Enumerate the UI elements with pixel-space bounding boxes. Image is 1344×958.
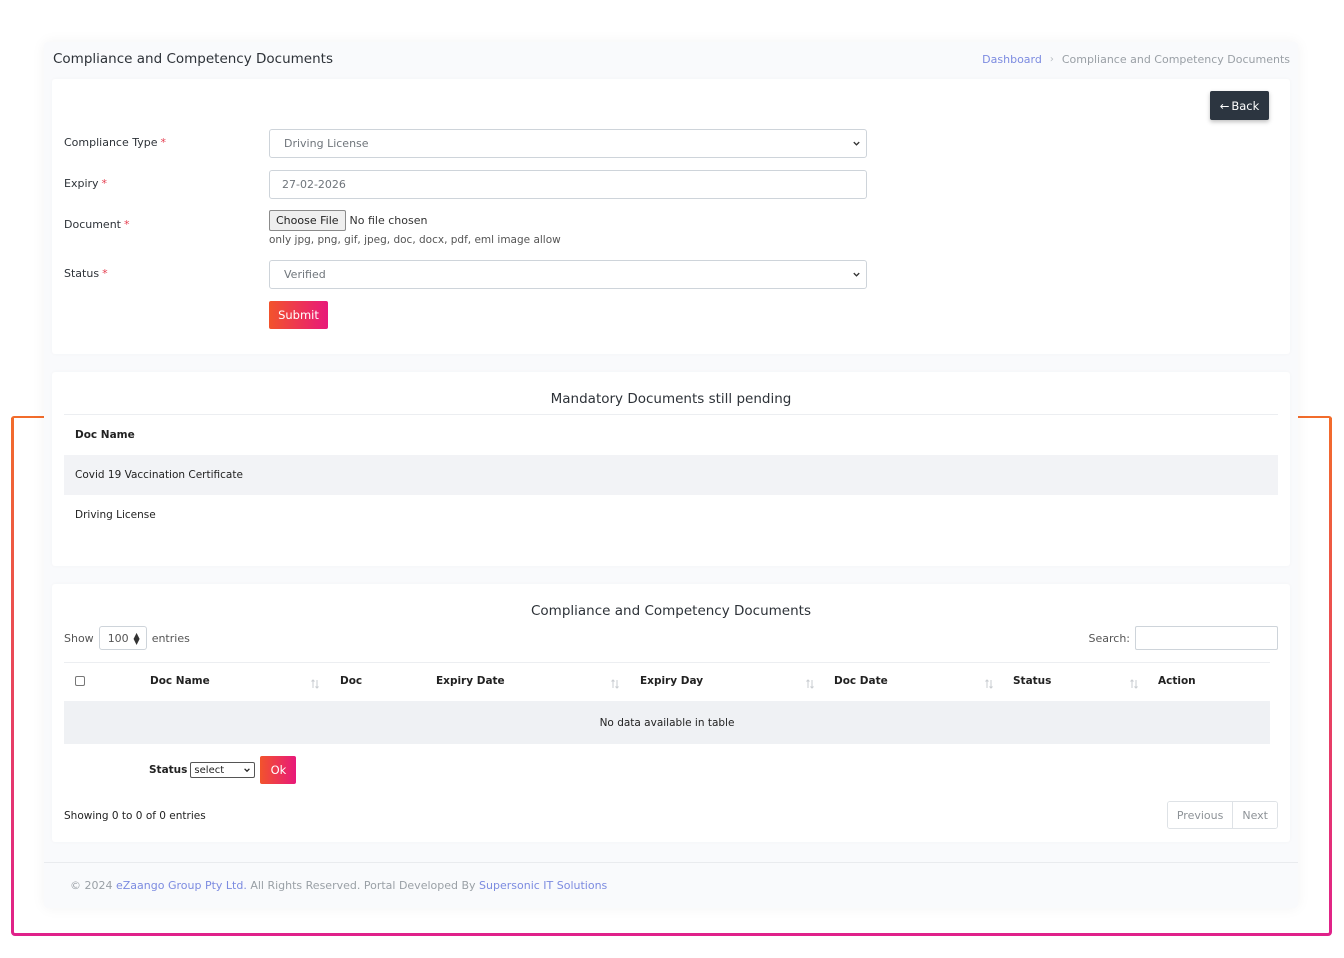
footer: © 2024 eZaango Group Pty Ltd. All Rights… <box>70 879 607 892</box>
table-header-row: Doc Name Doc Expiry Date Expiry Day Doc … <box>64 662 1270 701</box>
bulk-status-select[interactable]: select <box>190 762 256 778</box>
required-mark: * <box>160 136 167 149</box>
column-doc-name[interactable]: Doc Name <box>150 675 210 687</box>
sort-icon[interactable] <box>805 677 815 691</box>
column-status[interactable]: Status <box>1013 675 1051 687</box>
ok-button[interactable]: Ok <box>260 756 297 784</box>
file-type-hint: only jpg, png, gif, jpeg, doc, docx, pdf… <box>269 234 561 246</box>
document-label: Document * <box>64 218 130 231</box>
documents-table-card: Compliance and Competency Documents Show… <box>52 584 1290 842</box>
pending-documents-title: Mandatory Documents still pending <box>550 391 792 407</box>
select-all-checkbox[interactable] <box>75 676 85 686</box>
breadcrumb: Dashboard › Compliance and Competency Do… <box>982 53 1290 66</box>
arrow-left-icon: ← <box>1219 98 1230 113</box>
status-label-text: Status <box>64 267 100 280</box>
expiry-value: 27-02-2026 <box>282 178 346 191</box>
column-action: Action <box>1158 675 1196 687</box>
documents-table-title: Compliance and Competency Documents <box>531 603 811 619</box>
back-button[interactable]: ← Back <box>1210 91 1269 120</box>
page-length-control: Show 100 ▲ ▼ entries <box>64 626 190 650</box>
pending-documents-card: Mandatory Documents still pending Doc Na… <box>52 372 1290 566</box>
page-title: Compliance and Competency Documents <box>53 51 333 67</box>
page-length-value: 100 <box>107 631 129 645</box>
column-expiry-day[interactable]: Expiry Day <box>640 675 703 687</box>
next-button[interactable]: Next <box>1232 802 1277 828</box>
status-select[interactable]: Verified <box>269 260 867 289</box>
document-file-input: Choose File No file chosen <box>269 210 427 231</box>
footer-developer-link[interactable]: Supersonic IT Solutions <box>479 879 607 892</box>
empty-table-text: No data available in table <box>599 716 735 729</box>
footer-copyright: © 2024 <box>70 879 116 892</box>
page-length-select[interactable]: 100 ▲ ▼ <box>98 626 147 650</box>
sort-icon[interactable] <box>984 677 994 691</box>
compliance-type-value: Driving License <box>284 137 369 150</box>
sort-icon[interactable] <box>310 677 320 691</box>
entries-label: entries <box>151 631 190 645</box>
bulk-status-value: select <box>194 764 225 776</box>
table-row: Driving License <box>64 495 1278 535</box>
column-doc-date[interactable]: Doc Date <box>834 675 888 687</box>
breadcrumb-current: Compliance and Competency Documents <box>1061 53 1290 66</box>
required-mark: * <box>101 177 108 190</box>
search-label: Search: <box>1088 631 1131 645</box>
no-file-text: No file chosen <box>349 214 428 227</box>
required-mark: * <box>102 267 108 280</box>
updown-icon: ▲ ▼ <box>133 631 140 646</box>
document-form-card: ← Back Compliance Type * Driving License … <box>52 79 1290 354</box>
table-info: Showing 0 to 0 of 0 entries <box>64 810 206 822</box>
column-expiry-date[interactable]: Expiry Date <box>436 675 505 687</box>
bulk-status-control: Status select Ok <box>149 756 297 784</box>
breadcrumb-separator: › <box>1049 54 1054 65</box>
compliance-type-label: Compliance Type * <box>64 136 166 149</box>
table-search: Search: <box>1088 626 1278 650</box>
sort-icon[interactable] <box>1129 677 1139 691</box>
compliance-type-label-text: Compliance Type <box>64 136 158 149</box>
column-doc: Doc <box>340 675 363 687</box>
pending-doc-name-header: Doc Name <box>75 429 135 441</box>
empty-table-row: No data available in table <box>64 701 1270 744</box>
page-container: Compliance and Competency Documents Dash… <box>44 42 1298 908</box>
document-label-text: Document <box>64 218 121 231</box>
chevron-down-icon <box>853 272 860 277</box>
status-value: Verified <box>284 268 326 281</box>
sort-icon[interactable] <box>610 677 620 691</box>
bulk-status-label: Status <box>149 764 188 776</box>
breadcrumb-dashboard-link[interactable]: Dashboard <box>982 53 1042 66</box>
choose-file-button[interactable]: Choose File <box>269 210 346 231</box>
table-row: Covid 19 Vaccination Certificate <box>64 455 1278 495</box>
back-button-label: Back <box>1231 98 1260 113</box>
footer-rights-text: All Rights Reserved. Portal Developed By <box>246 879 480 892</box>
previous-button[interactable]: Previous <box>1167 802 1233 828</box>
footer-divider <box>44 862 1298 863</box>
pending-doc-name: Covid 19 Vaccination Certificate <box>75 469 243 481</box>
search-input[interactable] <box>1135 626 1278 650</box>
chevron-down-icon <box>244 768 251 773</box>
pending-doc-name: Driving License <box>75 509 156 521</box>
chevron-down-icon <box>853 141 860 146</box>
status-label: Status * <box>64 267 108 280</box>
footer-company-link[interactable]: eZaango Group Pty Ltd. <box>116 879 247 892</box>
pagination: Previous Next <box>1166 801 1278 829</box>
expiry-input[interactable]: 27-02-2026 <box>269 170 867 199</box>
required-mark: * <box>124 218 130 231</box>
show-label: Show <box>64 631 94 645</box>
expiry-label: Expiry * <box>64 177 107 190</box>
divider <box>64 414 1278 415</box>
compliance-type-select[interactable]: Driving License <box>269 129 867 158</box>
submit-button[interactable]: Submit <box>269 301 328 329</box>
expiry-label-text: Expiry <box>64 177 99 190</box>
